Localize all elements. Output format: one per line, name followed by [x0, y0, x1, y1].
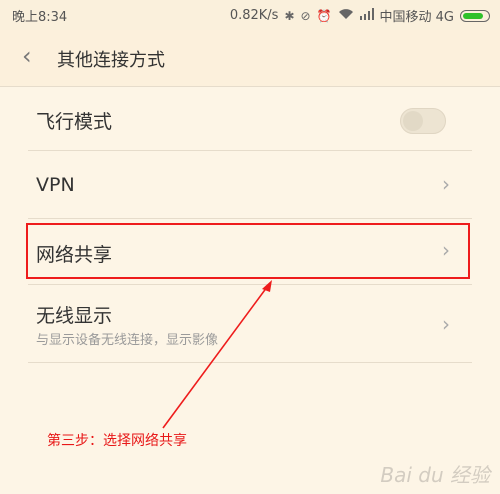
annotation-arrow	[162, 280, 272, 429]
phone-screen: 晚上8:34 0.82K/s ✱ ⊘ ⏰ 中国移动 4G ‹ 其他连接方式 飞行…	[0, 0, 500, 494]
annotation-text: 第三步：选择网络共享	[47, 433, 187, 449]
watermark-logo: Bai du 经验	[380, 463, 490, 487]
